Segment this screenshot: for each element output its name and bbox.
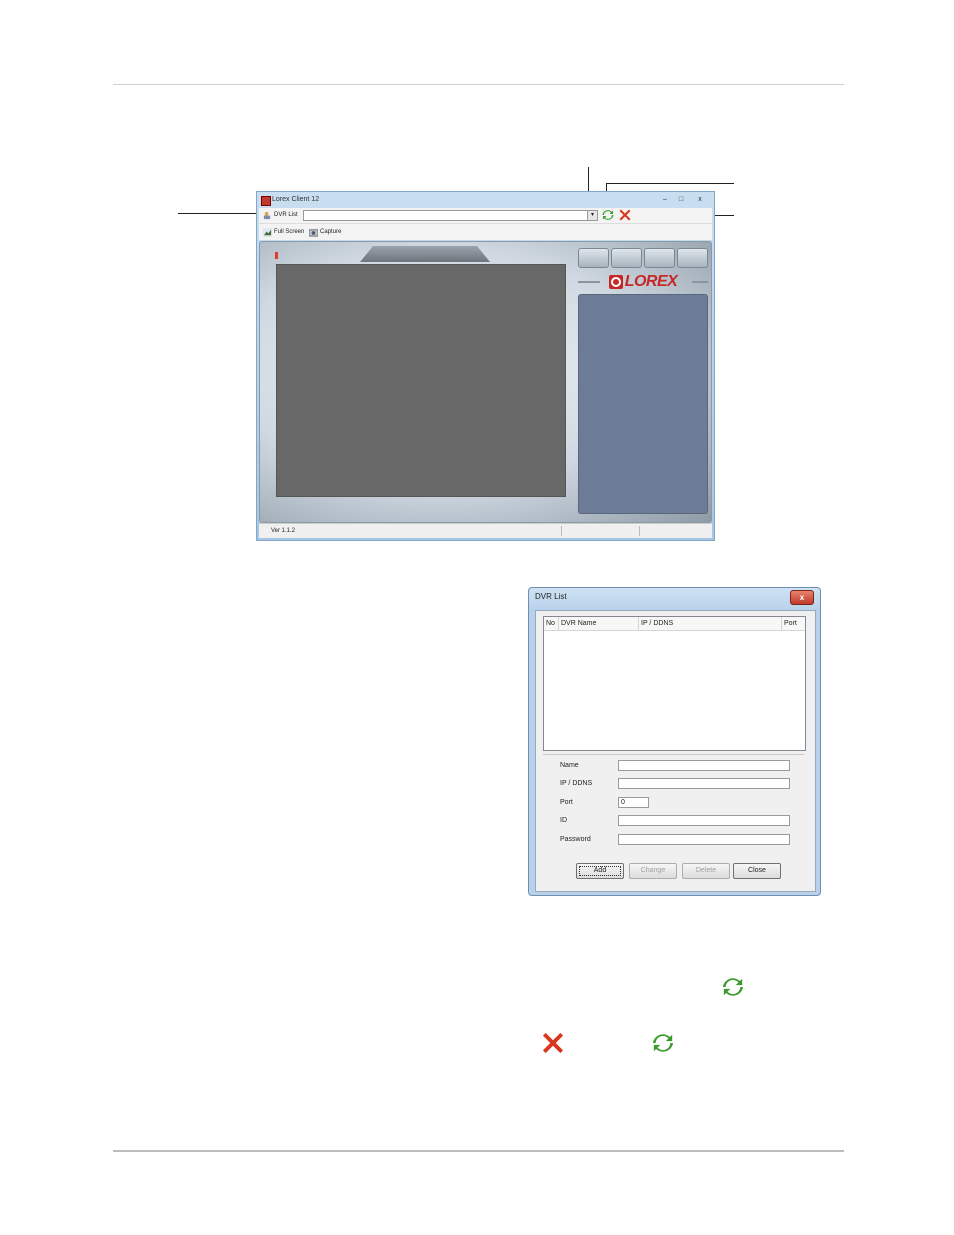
window-title-bar: Lorex Client 12 – □ x xyxy=(257,192,714,208)
side-control-panel[interactable] xyxy=(578,294,708,514)
port-input[interactable]: 0 xyxy=(618,797,649,808)
full-screen-icon xyxy=(263,227,272,237)
dialog-title: DVR List xyxy=(535,592,567,601)
record-indicator xyxy=(275,252,278,259)
dvr-toolbar: DVR List ▾ xyxy=(259,208,712,224)
column-header-port[interactable]: Port xyxy=(782,617,805,630)
name-label: Name xyxy=(560,762,579,769)
lorex-logo: LOREX xyxy=(578,273,708,290)
callout-line-refresh-horizontal xyxy=(606,183,734,184)
password-input[interactable] xyxy=(618,834,790,845)
viewer-top-tab xyxy=(360,246,490,262)
delete-x-icon xyxy=(542,1032,564,1054)
minimize-button[interactable]: – xyxy=(658,194,672,205)
add-button[interactable]: Add xyxy=(576,863,624,879)
column-header-ip-ddns[interactable]: IP / DDNS xyxy=(639,617,782,630)
channel-button-1[interactable] xyxy=(578,248,609,268)
status-bar: Ver 1.1.2 xyxy=(259,523,712,538)
channel-button-4[interactable] xyxy=(677,248,708,268)
close-button[interactable]: Close xyxy=(733,863,781,879)
chevron-down-icon[interactable]: ▾ xyxy=(587,211,597,220)
lorex-logo-icon xyxy=(608,275,623,289)
channel-button-row xyxy=(578,248,708,268)
app-icon xyxy=(261,196,271,206)
ip-ddns-label: IP / DDNS xyxy=(560,780,593,787)
column-header-no[interactable]: No xyxy=(544,617,559,630)
dvr-list-header: No DVR Name IP / DDNS Port xyxy=(544,617,805,631)
dialog-divider xyxy=(543,754,804,755)
callout-line-dvr-list xyxy=(178,213,262,214)
id-input[interactable] xyxy=(618,815,790,826)
logo-decor-line-left xyxy=(578,281,600,283)
lorex-logo-text: LOREX xyxy=(624,273,678,290)
refresh-icon xyxy=(652,1034,674,1052)
video-display[interactable] xyxy=(276,264,566,497)
view-toolbar: Full Screen Capture xyxy=(259,224,712,240)
dvr-list-icon xyxy=(263,211,271,219)
footer-rule xyxy=(113,1150,844,1152)
change-button[interactable]: Change xyxy=(629,863,677,879)
status-separator xyxy=(639,526,640,536)
column-header-dvr-name[interactable]: DVR Name xyxy=(559,617,639,630)
name-input[interactable] xyxy=(618,760,790,771)
window-title: Lorex Client 12 xyxy=(272,196,320,203)
delete-button[interactable]: Delete xyxy=(682,863,730,879)
status-separator xyxy=(561,526,562,536)
channel-button-3[interactable] xyxy=(644,248,675,268)
dialog-close-icon[interactable]: x xyxy=(790,590,814,605)
lorex-client-window: Lorex Client 12 – □ x DVR List ▾ Full Sc… xyxy=(256,191,715,541)
dvr-list-table[interactable]: No DVR Name IP / DDNS Port xyxy=(543,616,806,751)
delete-x-icon[interactable] xyxy=(619,209,631,221)
refresh-icon[interactable] xyxy=(602,209,614,221)
port-label: Port xyxy=(560,799,573,806)
maximize-button[interactable]: □ xyxy=(674,194,688,205)
dvr-list-button[interactable]: DVR List xyxy=(263,209,298,221)
id-label: ID xyxy=(560,817,567,824)
header-rule xyxy=(113,84,844,85)
full-screen-button[interactable]: Full Screen xyxy=(263,226,304,238)
camera-icon xyxy=(309,228,318,237)
dialog-body: No DVR Name IP / DDNS Port Name IP / DDN… xyxy=(535,610,816,892)
dvr-list-label: DVR List xyxy=(274,212,298,218)
version-text: Ver 1.1.2 xyxy=(271,528,296,534)
capture-button[interactable]: Capture xyxy=(309,226,341,238)
channel-button-2[interactable] xyxy=(611,248,642,268)
dvr-select-combo[interactable]: ▾ xyxy=(303,210,598,221)
viewer-panel: LOREX xyxy=(259,241,712,523)
ip-ddns-input[interactable] xyxy=(618,778,790,789)
logo-decor-line-right xyxy=(692,281,708,283)
password-label: Password xyxy=(560,836,591,843)
capture-label: Capture xyxy=(320,229,342,235)
close-window-button[interactable]: x xyxy=(690,194,710,205)
full-screen-label: Full Screen xyxy=(274,229,305,235)
refresh-icon xyxy=(722,978,744,996)
dvr-list-dialog: DVR List x No DVR Name IP / DDNS Port Na… xyxy=(528,587,821,896)
